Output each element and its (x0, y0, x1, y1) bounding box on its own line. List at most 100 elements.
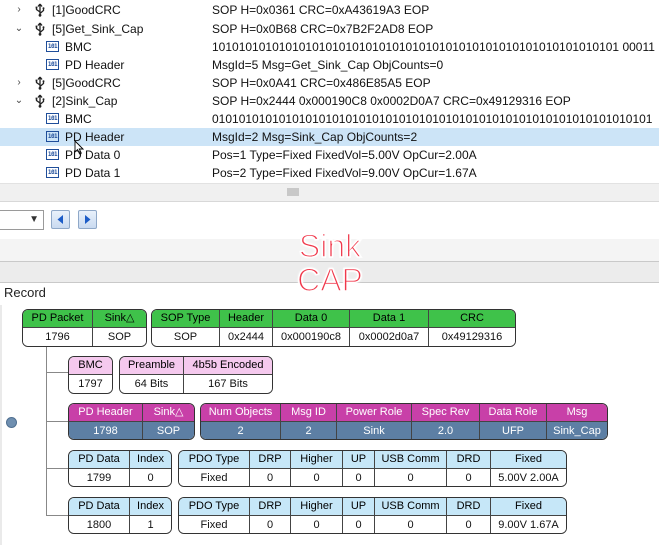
value-cell: 0x0002d0a7 (350, 328, 428, 346)
overlay-line: CAP (296, 262, 363, 298)
tree-item-value: 1010101010101010101010101010101010101010… (212, 40, 655, 54)
connector-line (46, 515, 68, 516)
tree-item-value: SOP H=0x2444 0x000190C8 0x0002D0A7 CRC=0… (212, 94, 571, 108)
tree-item-value: SOP H=0x0361 CRC=0xA43619A3 EOP (212, 3, 430, 17)
record-panel: Record PD Packet 1796 Sink△ SOP SOP Type SO… (0, 283, 659, 545)
value-cell: 5.00V 2.00A (491, 469, 566, 486)
binary-data-icon: 101 (46, 41, 59, 52)
header-cell: Msg (547, 404, 607, 422)
value-cell: 2 (201, 422, 280, 439)
header-cell: UP (343, 498, 374, 516)
tree-item-name: [2]Sink_Cap (52, 94, 118, 108)
binary-data-icon: 101 (46, 113, 59, 124)
tree-row[interactable]: 101 BMC 01010101010101010101010101010101… (0, 110, 659, 128)
header-cell: Index (130, 451, 171, 469)
chevron-down-icon[interactable]: ▼ (29, 214, 39, 225)
header-cell: 4b5b Encoded (184, 357, 272, 375)
value-cell: 1798 (69, 422, 142, 439)
chevron-down-icon[interactable]: ⌄ (13, 92, 25, 110)
tree-row[interactable]: › [5]GoodCRC SOP H=0x0A41 CRC=0x486E85A5… (0, 74, 659, 92)
tree-item-name: PD Data 0 (65, 148, 121, 162)
header-cell: USB Comm (375, 498, 446, 516)
tree-item-value: MsgId=5 Msg=Get_Sink_Cap ObjCounts=0 (212, 58, 444, 72)
tree-row[interactable]: 101 PD Header MsgId=5 Msg=Get_Sink_Cap O… (0, 56, 659, 74)
value-cell: 9.00V 1.67A (491, 516, 566, 533)
header-cell: USB Comm (375, 451, 446, 469)
header-cell: Sink△ (93, 310, 146, 328)
tree-item-value: Pos=1 Type=Fixed FixedVol=5.00V OpCur=2.… (212, 148, 477, 162)
tree-item-name: PD Data 1 (65, 166, 121, 180)
binary-data-icon: 101 (46, 149, 59, 160)
horizontal-scrollbar[interactable] (0, 183, 659, 201)
back-button[interactable] (51, 210, 70, 229)
header-cell: Header (220, 310, 272, 328)
tree-row[interactable]: ⌄ [2]Sink_Cap SOP H=0x2444 0x000190C8 0x… (0, 92, 659, 110)
chevron-right-icon[interactable]: › (13, 1, 25, 19)
pd-header-box[interactable]: PD Header 1798 Sink△ SOP (68, 403, 195, 440)
value-cell: 0 (343, 469, 374, 486)
value-cell: 0 (447, 516, 490, 533)
value-cell: 0x49129316 (429, 328, 515, 346)
pd-data-box[interactable]: PD Data 1800 Index 1 (68, 497, 172, 534)
tree-item-name: BMC (65, 40, 92, 54)
tree-row[interactable]: 101 BMC 10101010101010101010101010101010… (0, 38, 659, 56)
value-cell: 64 Bits (120, 375, 183, 393)
value-cell: 0 (250, 516, 290, 533)
pd-packet-box[interactable]: PD Packet 1796 Sink△ SOP (22, 309, 147, 347)
header-cell: DRD (447, 451, 490, 469)
header-cell: Higher (291, 498, 342, 516)
pdo-box[interactable]: PDO Type Fixed DRP 0 Higher 0 UP 0 USB Comm 0… (178, 497, 567, 534)
expand-node-icon[interactable] (6, 417, 17, 428)
value-cell: UFP (480, 422, 546, 439)
connector-line (46, 468, 68, 469)
tree-item-value: SOP H=0x0B68 CRC=0x7B2F2AD8 EOP (212, 22, 434, 36)
filter-dropdown[interactable]: ▼ (0, 210, 44, 230)
overlay-line: Sink (298, 228, 362, 264)
header-cell: PD Header (69, 404, 142, 422)
value-cell: 0x2444 (220, 328, 272, 346)
tree-row[interactable]: ⌄ [5]Get_Sink_Cap SOP H=0x0B68 CRC=0x7B2… (0, 20, 659, 38)
annotation-overlay: Sink CAP (294, 228, 366, 298)
header-cell: Data Role (480, 404, 546, 422)
value-cell: SOP (93, 328, 146, 346)
pd-data-box[interactable]: PD Data 1799 Index 0 (68, 450, 172, 487)
binary-data-icon: 101 (46, 131, 59, 142)
header-cell: Spec Rev (412, 404, 479, 422)
usb-icon (33, 22, 47, 36)
usb-icon (33, 3, 47, 17)
record-title: Record (4, 285, 46, 300)
tree-item-value: Pos=2 Type=Fixed FixedVol=9.00V OpCur=1.… (212, 166, 477, 180)
tree-item-name: [5]GoodCRC (52, 76, 121, 90)
arrow-right-icon (85, 215, 91, 224)
forward-button[interactable] (78, 210, 97, 229)
usb-icon (33, 76, 47, 90)
usb-icon (33, 94, 47, 108)
tree-row-selected[interactable]: 101 PD Header MsgId=2 Msg=Sink_Cap ObjCo… (0, 128, 659, 155)
left-gutter (0, 305, 2, 545)
chevron-down-icon[interactable]: ⌄ (13, 20, 25, 38)
tree-item-value: MsgId=2 Msg=Sink_Cap ObjCounts=2 (212, 130, 418, 144)
tree-row[interactable]: 101 PD Data 0 Pos=1 Type=Fixed FixedVol=… (0, 146, 659, 164)
value-cell: Sink_Cap (547, 422, 607, 439)
chevron-right-icon[interactable]: › (13, 74, 25, 92)
arrow-left-icon (57, 215, 63, 224)
header-cell: UP (343, 451, 374, 469)
preamble-box[interactable]: Preamble 64 Bits 4b5b Encoded 167 Bits (119, 356, 273, 394)
tree-row[interactable]: 101 PD Data 1 Pos=2 Type=Fixed FixedVol=… (0, 164, 659, 182)
bmc-box[interactable]: BMC 1797 (68, 356, 113, 394)
value-cell: SOP (143, 422, 194, 439)
scrollbar-thumb[interactable] (287, 188, 299, 196)
connector-line (46, 336, 47, 516)
value-cell: 0 (343, 516, 374, 533)
tree-item-value: SOP H=0x0A41 CRC=0x486E85A5 EOP (212, 76, 431, 90)
tree-item-name: BMC (65, 112, 92, 126)
tree-row[interactable]: › [1]GoodCRC SOP H=0x0361 CRC=0xA43619A3… (0, 1, 659, 19)
pdo-box[interactable]: PDO Type Fixed DRP 0 Higher 0 UP 0 USB Comm 0… (178, 450, 567, 487)
header-fields-box[interactable]: Num Objects 2 Msg ID 2 Power Role Sink Spec… (200, 403, 608, 440)
value-cell: Sink (337, 422, 411, 439)
value-cell: 0 (375, 516, 446, 533)
sop-table-box[interactable]: SOP Type SOP Header 0x2444 Data 0 0x000190c… (151, 309, 516, 347)
value-cell: 0 (250, 469, 290, 486)
connector-line (46, 372, 68, 373)
header-cell: SOP Type (152, 310, 219, 328)
